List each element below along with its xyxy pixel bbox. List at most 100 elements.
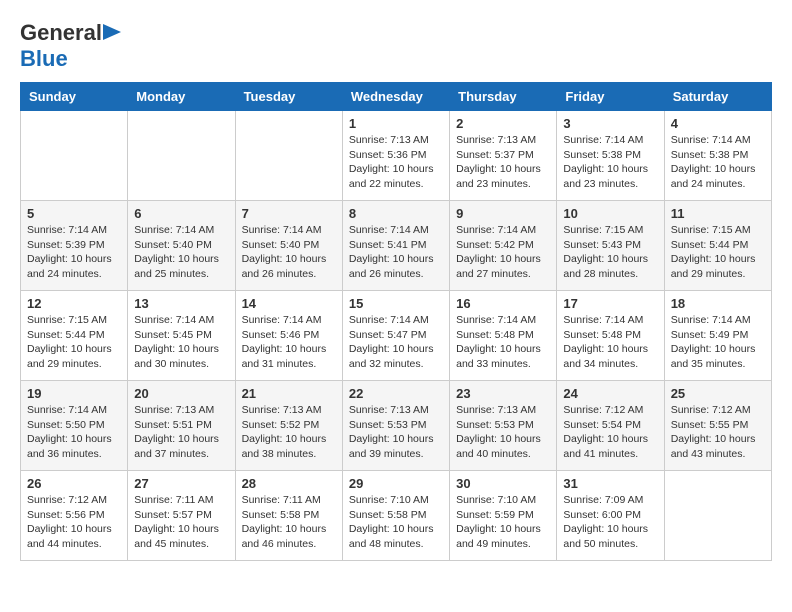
day-number: 9 (456, 206, 550, 221)
day-info: Sunrise: 7:13 AM Sunset: 5:37 PM Dayligh… (456, 133, 550, 192)
day-number: 26 (27, 476, 121, 491)
day-info: Sunrise: 7:13 AM Sunset: 5:52 PM Dayligh… (242, 403, 336, 462)
day-info: Sunrise: 7:13 AM Sunset: 5:36 PM Dayligh… (349, 133, 443, 192)
day-info: Sunrise: 7:15 AM Sunset: 5:44 PM Dayligh… (27, 313, 121, 372)
day-cell: 29 Sunrise: 7:10 AM Sunset: 5:58 PM Dayli… (342, 471, 449, 561)
day-number: 7 (242, 206, 336, 221)
day-cell: 13Sunrise: 7:14 AM Sunset: 5:45 PM Dayli… (128, 291, 235, 381)
day-number: 8 (349, 206, 443, 221)
weekday-header-row: SundayMondayTuesdayWednesdayThursdayFrid… (21, 83, 772, 111)
day-info: Sunrise: 7:15 AM Sunset: 5:44 PM Dayligh… (671, 223, 765, 282)
day-number: 29 (349, 476, 443, 491)
page-header: General Blue (20, 20, 772, 72)
day-number: 5 (27, 206, 121, 221)
weekday-header-friday: Friday (557, 83, 664, 111)
day-number: 11 (671, 206, 765, 221)
day-info: Sunrise: 7:14 AM Sunset: 5:50 PM Dayligh… (27, 403, 121, 462)
day-number: 19 (27, 386, 121, 401)
weekday-header-sunday: Sunday (21, 83, 128, 111)
day-info: Sunrise: 7:11 AM Sunset: 5:57 PM Dayligh… (134, 493, 228, 552)
day-cell: 20 Sunrise: 7:13 AM Sunset: 5:51 PM Dayli… (128, 381, 235, 471)
day-info: Sunrise: 7:14 AM Sunset: 5:40 PM Dayligh… (134, 223, 228, 282)
day-info: Sunrise: 7:14 AM Sunset: 5:40 PM Dayligh… (242, 223, 336, 282)
day-cell: 2 Sunrise: 7:13 AM Sunset: 5:37 PM Daylig… (450, 111, 557, 201)
day-number: 6 (134, 206, 228, 221)
logo: General Blue (20, 20, 122, 72)
day-number: 12 (27, 296, 121, 311)
day-number: 3 (563, 116, 657, 131)
day-number: 24 (563, 386, 657, 401)
day-cell: 1Sunrise: 7:13 AM Sunset: 5:36 PM Daylig… (342, 111, 449, 201)
day-number: 16 (456, 296, 550, 311)
day-number: 21 (242, 386, 336, 401)
day-info: Sunrise: 7:13 AM Sunset: 5:53 PM Dayligh… (456, 403, 550, 462)
day-number: 4 (671, 116, 765, 131)
day-info: Sunrise: 7:12 AM Sunset: 5:54 PM Dayligh… (563, 403, 657, 462)
day-cell: 27 Sunrise: 7:11 AM Sunset: 5:57 PM Dayli… (128, 471, 235, 561)
day-info: Sunrise: 7:13 AM Sunset: 5:51 PM Dayligh… (134, 403, 228, 462)
day-cell: 31 Sunrise: 7:09 AM Sunset: 6:00 PM Dayli… (557, 471, 664, 561)
day-cell: 15 Sunrise: 7:14 AM Sunset: 5:47 PM Dayli… (342, 291, 449, 381)
calendar-table: SundayMondayTuesdayWednesdayThursdayFrid… (20, 82, 772, 561)
day-cell (664, 471, 771, 561)
week-row-4: 19 Sunrise: 7:14 AM Sunset: 5:50 PM Dayli… (21, 381, 772, 471)
day-number: 18 (671, 296, 765, 311)
day-number: 2 (456, 116, 550, 131)
day-cell: 12 Sunrise: 7:15 AM Sunset: 5:44 PM Dayli… (21, 291, 128, 381)
week-row-3: 12 Sunrise: 7:15 AM Sunset: 5:44 PM Dayli… (21, 291, 772, 381)
day-number: 22 (349, 386, 443, 401)
weekday-header-thursday: Thursday (450, 83, 557, 111)
logo-general: General (20, 20, 102, 46)
day-cell: 4 Sunrise: 7:14 AM Sunset: 5:38 PM Daylig… (664, 111, 771, 201)
week-row-2: 5 Sunrise: 7:14 AM Sunset: 5:39 PM Daylig… (21, 201, 772, 291)
day-cell: 5 Sunrise: 7:14 AM Sunset: 5:39 PM Daylig… (21, 201, 128, 291)
day-number: 10 (563, 206, 657, 221)
day-cell: 26 Sunrise: 7:12 AM Sunset: 5:56 PM Dayli… (21, 471, 128, 561)
day-info: Sunrise: 7:14 AM Sunset: 5:49 PM Dayligh… (671, 313, 765, 372)
day-cell: 10 Sunrise: 7:15 AM Sunset: 5:43 PM Dayli… (557, 201, 664, 291)
day-cell: 11 Sunrise: 7:15 AM Sunset: 5:44 PM Dayli… (664, 201, 771, 291)
day-cell (128, 111, 235, 201)
week-row-5: 26 Sunrise: 7:12 AM Sunset: 5:56 PM Dayli… (21, 471, 772, 561)
day-cell: 24 Sunrise: 7:12 AM Sunset: 5:54 PM Dayli… (557, 381, 664, 471)
day-info: Sunrise: 7:09 AM Sunset: 6:00 PM Dayligh… (563, 493, 657, 552)
day-cell: 18 Sunrise: 7:14 AM Sunset: 5:49 PM Dayli… (664, 291, 771, 381)
day-cell: 8 Sunrise: 7:14 AM Sunset: 5:41 PM Daylig… (342, 201, 449, 291)
day-info: Sunrise: 7:14 AM Sunset: 5:38 PM Dayligh… (563, 133, 657, 192)
day-info: Sunrise: 7:14 AM Sunset: 5:48 PM Dayligh… (563, 313, 657, 372)
day-info: Sunrise: 7:10 AM Sunset: 5:59 PM Dayligh… (456, 493, 550, 552)
day-info: Sunrise: 7:10 AM Sunset: 5:58 PM Dayligh… (349, 493, 443, 552)
week-row-1: 1Sunrise: 7:13 AM Sunset: 5:36 PM Daylig… (21, 111, 772, 201)
day-cell: 22 Sunrise: 7:13 AM Sunset: 5:53 PM Dayli… (342, 381, 449, 471)
day-info: Sunrise: 7:14 AM Sunset: 5:47 PM Dayligh… (349, 313, 443, 372)
day-cell: 7 Sunrise: 7:14 AM Sunset: 5:40 PM Daylig… (235, 201, 342, 291)
day-number: 17 (563, 296, 657, 311)
day-info: Sunrise: 7:15 AM Sunset: 5:43 PM Dayligh… (563, 223, 657, 282)
day-number: 20 (134, 386, 228, 401)
day-info: Sunrise: 7:14 AM Sunset: 5:38 PM Dayligh… (671, 133, 765, 192)
day-cell: 21 Sunrise: 7:13 AM Sunset: 5:52 PM Dayli… (235, 381, 342, 471)
day-number: 15 (349, 296, 443, 311)
day-number: 14 (242, 296, 336, 311)
day-cell: 23Sunrise: 7:13 AM Sunset: 5:53 PM Dayli… (450, 381, 557, 471)
day-cell: 6 Sunrise: 7:14 AM Sunset: 5:40 PM Daylig… (128, 201, 235, 291)
day-info: Sunrise: 7:13 AM Sunset: 5:53 PM Dayligh… (349, 403, 443, 462)
day-cell: 30Sunrise: 7:10 AM Sunset: 5:59 PM Dayli… (450, 471, 557, 561)
day-info: Sunrise: 7:14 AM Sunset: 5:41 PM Dayligh… (349, 223, 443, 282)
day-number: 31 (563, 476, 657, 491)
day-cell: 25Sunrise: 7:12 AM Sunset: 5:55 PM Dayli… (664, 381, 771, 471)
day-cell: 19 Sunrise: 7:14 AM Sunset: 5:50 PM Dayli… (21, 381, 128, 471)
day-cell (21, 111, 128, 201)
day-info: Sunrise: 7:11 AM Sunset: 5:58 PM Dayligh… (242, 493, 336, 552)
logo-blue: Blue (20, 46, 68, 71)
weekday-header-monday: Monday (128, 83, 235, 111)
day-cell: 17 Sunrise: 7:14 AM Sunset: 5:48 PM Dayli… (557, 291, 664, 381)
day-info: Sunrise: 7:14 AM Sunset: 5:39 PM Dayligh… (27, 223, 121, 282)
day-cell: 16Sunrise: 7:14 AM Sunset: 5:48 PM Dayli… (450, 291, 557, 381)
day-cell: 3 Sunrise: 7:14 AM Sunset: 5:38 PM Daylig… (557, 111, 664, 201)
day-number: 27 (134, 476, 228, 491)
day-cell: 14Sunrise: 7:14 AM Sunset: 5:46 PM Dayli… (235, 291, 342, 381)
day-cell (235, 111, 342, 201)
day-number: 25 (671, 386, 765, 401)
day-info: Sunrise: 7:12 AM Sunset: 5:56 PM Dayligh… (27, 493, 121, 552)
